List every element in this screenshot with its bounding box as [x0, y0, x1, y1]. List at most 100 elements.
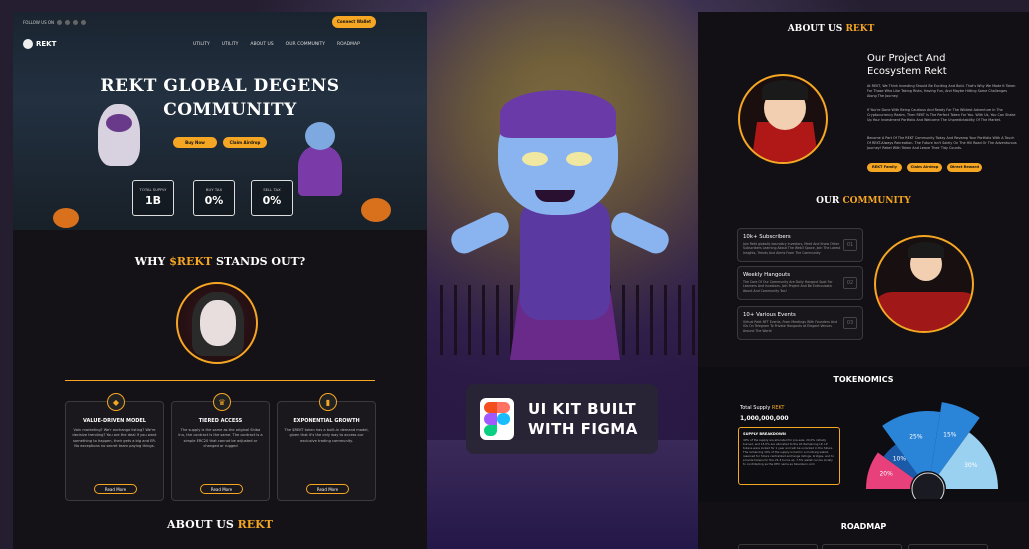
direct-reward-button[interactable]: Direct Reward	[947, 163, 982, 172]
feature-card: ♛ TIERED ACCESS The supply is the same a…	[171, 393, 270, 501]
right-page-preview: ABOUT US REKT Our Project And Ecosystem …	[698, 12, 1029, 549]
community-card-text: Virtual Rekt NFT Events, From Meetings W…	[743, 320, 838, 333]
read-more-button[interactable]: Read More	[306, 484, 349, 494]
badge-line1: UI KIT BUILT	[528, 400, 637, 418]
tokenomics-chart: 20% 10% 25% 15% 30%	[866, 402, 998, 499]
buy-now-button[interactable]: Buy Now	[173, 137, 217, 148]
why-suffix: STANDS OUT?	[215, 255, 306, 268]
badge-line2: WITH FIGMA	[528, 420, 638, 438]
figma-icon	[480, 398, 514, 440]
hero-buttons: Buy Now Claim Airdrop	[173, 137, 267, 148]
logo[interactable]: REKT	[23, 39, 56, 49]
linkedin-icon[interactable]	[73, 19, 79, 25]
roadmap-title: ROADMAP	[840, 522, 887, 531]
claim-airdrop-button[interactable]: Claim Airdrop	[223, 137, 267, 148]
vampire-portrait	[738, 74, 828, 164]
card-number: 01	[843, 239, 857, 251]
chart-icon: ▮	[319, 393, 337, 411]
stat-label: BUY TAX	[205, 187, 223, 192]
about-heading: ABOUT US REKT	[13, 518, 427, 531]
stat-sell-tax: SELL TAX 0%	[251, 180, 293, 216]
chart-center-avatar	[911, 472, 945, 499]
divider	[65, 380, 375, 381]
diamond-icon: ◆	[107, 393, 125, 411]
about-prefix: ABOUT US	[167, 518, 234, 531]
community-highlight: COMMUNITY	[842, 196, 911, 206]
nav-link-about[interactable]: ABOUT US	[250, 42, 273, 47]
hero-section: FOLLOW US ON Connect Wallet REKT UTILITY…	[13, 12, 427, 230]
why-heading: WHY $REKT STANDS OUT?	[13, 255, 427, 268]
community-card-text: The Core Of Our Community Are Daily Hang…	[743, 280, 833, 293]
community-card: 10k+ Subscribers Join Rekt globally boun…	[737, 228, 863, 262]
stat-label: SELL TAX	[263, 187, 281, 192]
about-highlight: REKT	[237, 518, 273, 531]
stat-buy-tax: BUY TAX 0%	[193, 180, 235, 216]
total-supply-highlight: REKT	[771, 405, 785, 411]
instagram-icon[interactable]	[81, 19, 87, 25]
logo-icon	[23, 39, 33, 49]
vampire-car-portrait	[874, 235, 974, 333]
badge-text: UI KIT BUILT WITH FIGMA	[528, 399, 638, 439]
feature-card: ▮ EXPONENTIAL GROWTH The $REKT token has…	[277, 393, 376, 501]
about-buttons: REKT Family Claim Airdrop Direct Reward	[867, 163, 982, 172]
follow-label: FOLLOW US ON	[23, 19, 55, 25]
about-heading: ABOUT US REKT	[756, 24, 906, 34]
roadmap-card	[738, 544, 818, 549]
project-title-line2: Ecosystem Rekt	[867, 66, 947, 77]
nav-link-utility-2[interactable]: UTILITY	[222, 42, 239, 47]
card-text: Vain marketing? We'r exchange listing? W…	[72, 428, 157, 449]
stat-label: TOTAL SUPPLY	[139, 187, 167, 192]
nav-links: UTILITY UTILITY ABOUT US OUR COMMUNITY R…	[193, 42, 360, 47]
roadmap-card	[908, 544, 988, 549]
vampire-mascot	[440, 90, 680, 360]
community-card-text: Join Rekt globally boundary investors, M…	[743, 242, 841, 255]
pie-label: 30%	[964, 462, 978, 469]
nav-link-roadmap[interactable]: ROADMAP	[337, 42, 360, 47]
claim-airdrop-button[interactable]: Claim Airdrop	[907, 163, 942, 172]
left-page-preview: FOLLOW US ON Connect Wallet REKT UTILITY…	[13, 12, 427, 549]
tokenomics-title: TOKENOMICS	[833, 375, 894, 384]
connect-wallet-button[interactable]: Connect Wallet	[332, 16, 376, 28]
about-prefix: ABOUT US	[787, 24, 843, 34]
character-portrait	[176, 282, 258, 364]
supply-breakdown-text: 40% of the supply are allocated for pre-…	[743, 438, 834, 466]
roadmap-card	[822, 544, 902, 549]
ghost-mascot	[98, 104, 140, 166]
stat-value: 0%	[262, 194, 282, 207]
card-title: TIERED ACCESS	[198, 418, 243, 424]
project-paragraph: If You're Done With Being Cautious And R…	[867, 108, 1016, 122]
project-title-line1: Our Project And	[867, 53, 946, 64]
total-supply-value: 1,000,000,000	[740, 415, 789, 422]
project-paragraph: Become A Part Of The REKT Community Toda…	[867, 136, 1017, 150]
card-number: 03	[843, 317, 857, 329]
pie-label: 15%	[943, 431, 957, 438]
rekt-family-button[interactable]: REKT Family	[867, 163, 902, 172]
hero-title-line2: COMMUNITY	[163, 100, 297, 120]
facebook-icon[interactable]	[57, 19, 63, 25]
ground	[427, 440, 698, 549]
nav-link-utility[interactable]: UTILITY	[193, 42, 210, 47]
why-highlight: $REKT	[169, 255, 213, 268]
pie-label: 20%	[879, 470, 893, 477]
total-supply-label: Total Supply REKT	[740, 405, 784, 411]
stat-total-supply: TOTAL SUPPLY 1B	[132, 180, 174, 216]
stat-value: 1B	[144, 194, 162, 207]
x-icon[interactable]	[65, 19, 71, 25]
crown-icon: ♛	[213, 393, 231, 411]
hero-title-line1: REKT GLOBAL DEGENS	[100, 76, 340, 96]
project-paragraph: At REKT, We Think Investing Should Be Ex…	[867, 84, 1016, 98]
vampire-mascot-small	[293, 122, 343, 202]
community-card: 10+ Various Events Virtual Rekt NFT Even…	[737, 306, 863, 340]
pie-label: 25%	[909, 433, 923, 440]
card-text: The supply is the same as the original S…	[178, 428, 263, 449]
figma-badge: UI KIT BUILT WITH FIGMA	[466, 384, 658, 454]
card-number: 02	[843, 277, 857, 289]
pumpkin-icon	[361, 198, 391, 222]
card-text: The $REKT token has a built-in demand mo…	[284, 428, 369, 443]
read-more-button[interactable]: Read More	[94, 484, 137, 494]
project-title: Our Project And Ecosystem Rekt	[867, 52, 1017, 78]
community-prefix: OUR	[816, 196, 840, 206]
nav-link-community[interactable]: OUR COMMUNITY	[286, 42, 325, 47]
community-card: Weekly Hangouts The Core Of Our Communit…	[737, 266, 863, 300]
read-more-button[interactable]: Read More	[200, 484, 243, 494]
